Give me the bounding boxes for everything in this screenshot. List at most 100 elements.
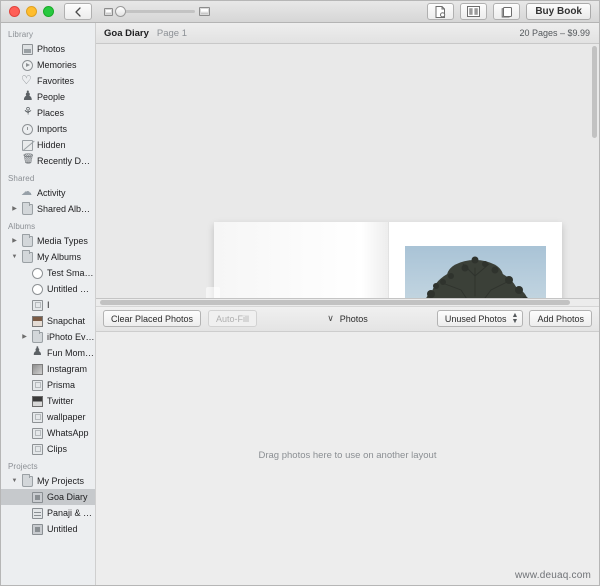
smart-album-icon bbox=[32, 267, 43, 279]
sidebar-item-twitter[interactable]: Twitter bbox=[1, 393, 95, 409]
sidebar-item-label: Photos bbox=[37, 44, 66, 54]
site-watermark: www.deuaq.com bbox=[515, 570, 591, 581]
main-area: Goa Diary Page 1 20 Pages – $9.99 Clear … bbox=[96, 23, 599, 585]
sidebar-item-label: Imports bbox=[37, 124, 68, 134]
book-page-right[interactable]: 1/63 bbox=[388, 222, 562, 298]
sidebar-item-label: wallpaper bbox=[47, 412, 86, 422]
sidebar-item-goa-diary[interactable]: Goa Diary bbox=[1, 489, 95, 505]
rotate-card-button[interactable] bbox=[493, 3, 521, 20]
sidebar-item-label: Panaji & Bard… bbox=[47, 508, 95, 518]
photo-tree-image[interactable]: 1/63 bbox=[405, 245, 546, 298]
sidebar-item-label: Hidden bbox=[37, 140, 66, 150]
zoom-slider-track[interactable] bbox=[115, 6, 195, 17]
sidebar-item-label: Places bbox=[37, 108, 65, 118]
tray-disclosure-group[interactable]: ∨ Photos bbox=[327, 313, 368, 324]
disclosure-triangle-icon[interactable]: ▶ bbox=[11, 238, 18, 244]
sidebar-item-label: Prisma bbox=[47, 380, 76, 390]
sidebar-item-label: Recently Deleted bbox=[37, 156, 95, 166]
sidebar-item-fun-moments[interactable]: Fun Moments bbox=[1, 345, 95, 361]
sidebar-item-hidden[interactable]: Hidden bbox=[1, 137, 95, 153]
album-icon bbox=[32, 299, 43, 311]
disclosure-triangle-icon[interactable]: ▼ bbox=[11, 254, 18, 260]
sidebar-item-label: My Albums bbox=[37, 252, 82, 262]
canvas-vertical-scrollbar[interactable] bbox=[591, 46, 598, 296]
tray-photos-label: Photos bbox=[339, 313, 368, 324]
photos-app-window: Buy Book LibraryPhotosMemoriesFavoritesP… bbox=[0, 0, 600, 586]
sidebar-item-activity[interactable]: Activity bbox=[1, 185, 95, 201]
sidebar-item-label: Favorites bbox=[37, 76, 75, 86]
sidebar-item-panaji-bard[interactable]: Panaji & Bard… bbox=[1, 505, 95, 521]
sidebar-item-clips[interactable]: Clips bbox=[1, 441, 95, 457]
canvas-scroll-thumb[interactable] bbox=[592, 46, 597, 138]
sidebar-item-instagram[interactable]: Instagram bbox=[1, 361, 95, 377]
disclosure-triangle-icon[interactable]: ▼ bbox=[11, 478, 18, 484]
previous-page-button[interactable]: ‹ bbox=[206, 287, 220, 298]
sidebar-item-iphoto-events[interactable]: ▶ iPhoto Events bbox=[1, 329, 95, 345]
back-button[interactable] bbox=[64, 3, 92, 20]
clear-placed-photos-label: Clear Placed Photos bbox=[111, 313, 194, 324]
minimize-window-button[interactable] bbox=[26, 6, 37, 17]
sidebar-item-places[interactable]: Places bbox=[1, 105, 95, 121]
sidebar-item-label: Test Smart A… bbox=[47, 268, 95, 278]
sidebar-item-wallpaper[interactable]: wallpaper bbox=[1, 409, 95, 425]
album-icon bbox=[32, 411, 43, 423]
breadcrumb-project[interactable]: Goa Diary bbox=[104, 28, 149, 39]
zoom-slider-thumb[interactable] bbox=[115, 6, 126, 17]
sidebar-item-label: iPhoto Events bbox=[47, 332, 95, 342]
add-photos-button[interactable]: Add Photos bbox=[529, 310, 592, 327]
sidebar-item-photos[interactable]: Photos bbox=[1, 41, 95, 57]
sidebar-item-untitled[interactable]: Untitled bbox=[1, 521, 95, 537]
tray-scroll-thumb[interactable] bbox=[100, 299, 570, 305]
sidebar-item-shared-albums[interactable]: ▶ Shared Albums bbox=[1, 201, 95, 217]
sidebar-item-label: Untitled Sma… bbox=[47, 284, 95, 294]
buy-book-button[interactable]: Buy Book bbox=[526, 3, 591, 20]
unused-photos-filter-popup[interactable]: Unused Photos ▲ ▼ bbox=[436, 310, 524, 327]
sidebar-item-imports[interactable]: Imports bbox=[1, 121, 95, 137]
thumbnail-zoom-slider[interactable] bbox=[104, 6, 210, 17]
sidebar-item-label: Snapchat bbox=[47, 316, 86, 326]
two-page-layout-icon bbox=[467, 6, 481, 17]
sidebar-item-label: Activity bbox=[37, 188, 66, 198]
album-icon bbox=[32, 427, 43, 439]
sidebar-item-people[interactable]: People bbox=[1, 89, 95, 105]
card-rotate-icon bbox=[501, 6, 512, 17]
sidebar-item-test-smart-a[interactable]: Test Smart A… bbox=[1, 265, 95, 281]
tray-toolbar: Clear Placed Photos Auto-Fill ∨ Photos U… bbox=[96, 306, 599, 332]
snapchat-album-icon bbox=[32, 315, 43, 327]
book-page-left[interactable] bbox=[214, 222, 388, 298]
sidebar-item-untitled-sma[interactable]: Untitled Sma… bbox=[1, 281, 95, 297]
photo-frame[interactable]: 1/63 bbox=[401, 242, 550, 298]
fun-moments-album-icon bbox=[32, 345, 43, 359]
sidebar-item-favorites[interactable]: Favorites bbox=[1, 73, 95, 89]
imports-clock-icon bbox=[22, 123, 33, 135]
sidebar-item-prisma[interactable]: Prisma bbox=[1, 377, 95, 393]
sidebar-item-my-projects[interactable]: ▼ My Projects bbox=[1, 473, 95, 489]
sidebar-section-header: Albums bbox=[8, 222, 36, 231]
disclosure-triangle-icon[interactable]: ▶ bbox=[21, 334, 28, 340]
book-canvas[interactable]: 1/63 ‹ › Options bbox=[96, 44, 599, 299]
instagram-album-icon bbox=[32, 363, 43, 375]
sidebar-item-i[interactable]: I bbox=[1, 297, 95, 313]
disclosure-triangle-icon[interactable]: ▶ bbox=[11, 206, 18, 212]
sidebar[interactable]: LibraryPhotos Memories Favorites People Plac… bbox=[1, 23, 96, 585]
sidebar-section-header: Projects bbox=[8, 462, 38, 471]
sidebar-item-my-albums[interactable]: ▼ My Albums bbox=[1, 249, 95, 265]
project-book-icon bbox=[32, 523, 43, 535]
tray-toolbar-right: Unused Photos ▲ ▼ Add Photos bbox=[436, 310, 592, 327]
tray-horizontal-scrollbar[interactable] bbox=[96, 298, 599, 307]
sidebar-item-label: My Projects bbox=[37, 476, 85, 486]
page-settings-button[interactable] bbox=[427, 3, 455, 20]
clear-placed-photos-button[interactable]: Clear Placed Photos bbox=[103, 310, 202, 327]
auto-fill-button: Auto-Fill bbox=[208, 310, 258, 327]
sidebar-item-recently-deleted[interactable]: Recently Deleted bbox=[1, 153, 95, 169]
sidebar-item-media-types[interactable]: ▶ Media Types bbox=[1, 233, 95, 249]
sidebar-item-label: Untitled bbox=[47, 524, 78, 534]
close-window-button[interactable] bbox=[9, 6, 20, 17]
zoom-window-button[interactable] bbox=[43, 6, 54, 17]
photo-tray[interactable]: Drag photos here to use on another layou… bbox=[96, 331, 599, 585]
sidebar-item-whatsapp[interactable]: WhatsApp bbox=[1, 425, 95, 441]
sidebar-item-snapchat[interactable]: Snapchat bbox=[1, 313, 95, 329]
breadcrumb-page[interactable]: Page 1 bbox=[157, 28, 187, 39]
sidebar-item-memories[interactable]: Memories bbox=[1, 57, 95, 73]
layout-button[interactable] bbox=[460, 3, 488, 20]
